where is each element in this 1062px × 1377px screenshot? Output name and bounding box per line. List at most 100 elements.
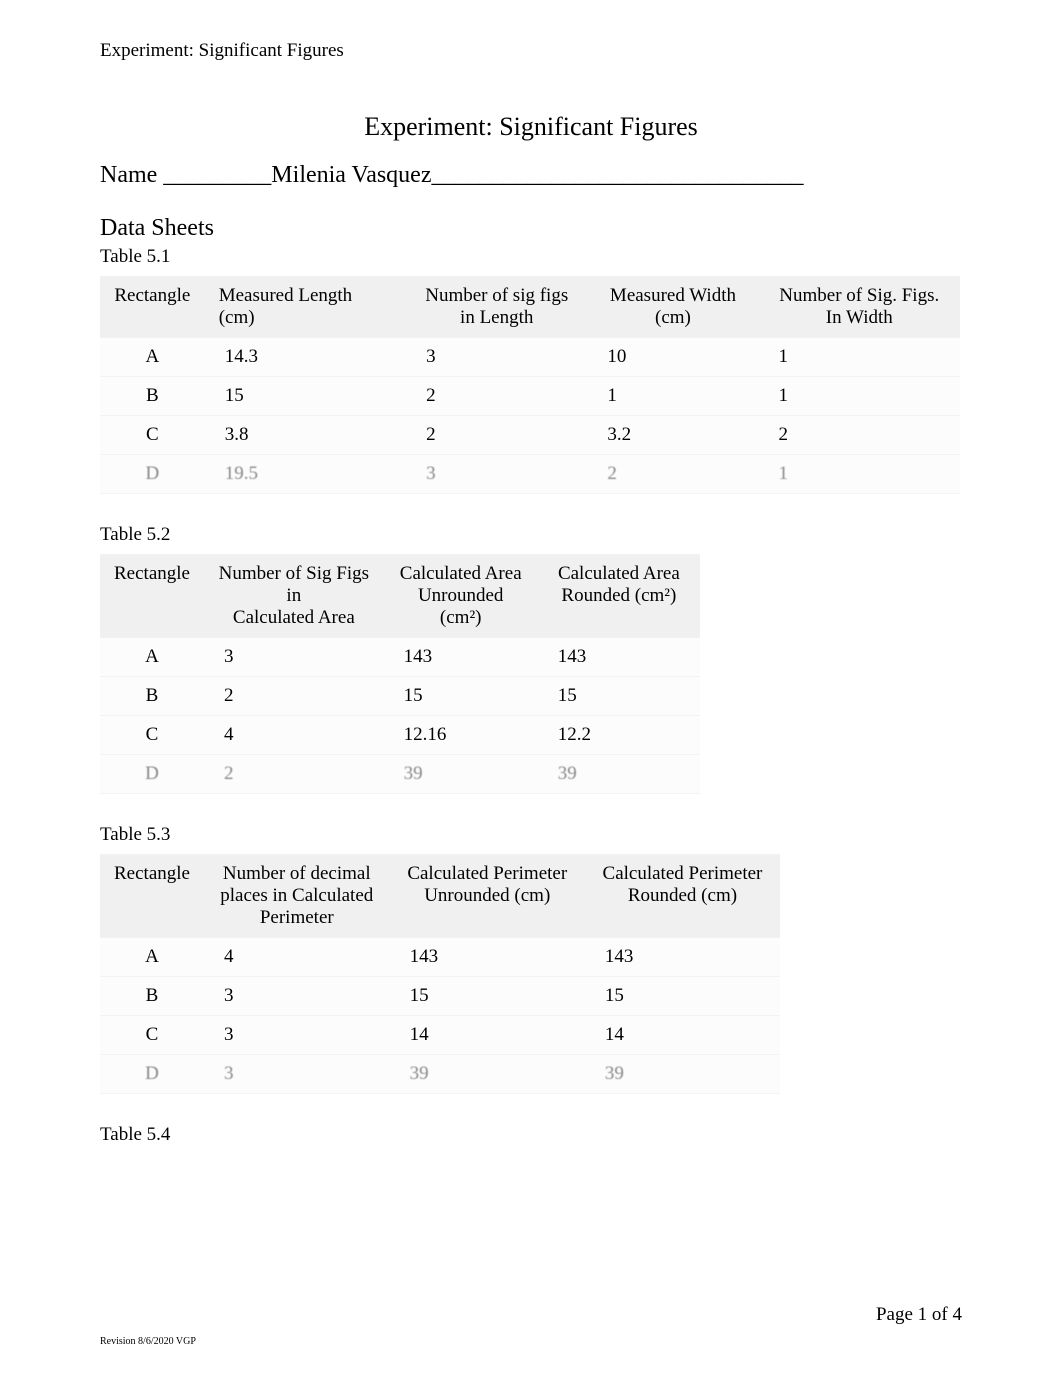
- cell: 15: [585, 977, 780, 1016]
- t51-h1: Rectangle: [100, 277, 205, 338]
- page-number: Page 1 of 4: [100, 1304, 962, 1326]
- table-row: D 19.5 3 2 1: [100, 455, 960, 494]
- cell: 39: [538, 755, 700, 794]
- cell: 39: [390, 1055, 585, 1094]
- cell: 3: [406, 338, 587, 377]
- table-row: B 3 15 15: [100, 977, 780, 1016]
- cell: 3: [204, 1016, 390, 1055]
- cell: 3.2: [587, 416, 758, 455]
- cell: 2: [406, 377, 587, 416]
- cell: B: [100, 977, 204, 1016]
- t52-h2a: Number of Sig Figs in: [219, 563, 369, 606]
- table-5-2-label: Table 5.2: [100, 524, 962, 546]
- t51-h4b: (cm): [601, 307, 744, 329]
- t53-h4a: Calculated Perimeter: [603, 863, 763, 884]
- cell: 2: [759, 416, 960, 455]
- cell: 39: [585, 1055, 780, 1094]
- cell: 1: [759, 377, 960, 416]
- page-title: Experiment: Significant Figures: [100, 112, 962, 142]
- cell: 143: [390, 938, 585, 977]
- t52-h3: Calculated Area Unrounded (cm²): [384, 555, 538, 638]
- cell: 3: [204, 1055, 390, 1094]
- cell: 19.5: [205, 455, 406, 494]
- table-5-4-label: Table 5.4: [100, 1124, 962, 1146]
- t52-h4: Calculated Area Rounded (cm²): [538, 555, 700, 638]
- t53-h2c: Perimeter: [218, 907, 376, 929]
- t53-h2: Number of decimal places in Calculated P…: [204, 855, 390, 938]
- cell: 10: [587, 338, 758, 377]
- cell: 12.16: [384, 716, 538, 755]
- t51-h4: Measured Width (cm): [587, 277, 758, 338]
- table-5-1: Rectangle Measured Length (cm) Number of…: [100, 276, 960, 494]
- table-5-3-label: Table 5.3: [100, 824, 962, 846]
- cell: 3: [406, 455, 587, 494]
- t52-h2: Number of Sig Figs in Calculated Area: [204, 555, 384, 638]
- t53-h2a: Number of decimal: [223, 863, 371, 884]
- t51-h3b: in Length: [420, 307, 573, 329]
- t51-h4a: Measured Width: [610, 285, 736, 306]
- cell: 2: [587, 455, 758, 494]
- t51-h2: Measured Length (cm): [205, 277, 406, 338]
- t53-h4b: Rounded (cm): [599, 885, 766, 907]
- t52-h4a: Calculated Area: [558, 563, 680, 584]
- table-row: A 14.3 3 10 1: [100, 338, 960, 377]
- cell: 1: [587, 377, 758, 416]
- table-row: C 3 14 14: [100, 1016, 780, 1055]
- cell: 1: [759, 455, 960, 494]
- table-row: C 3.8 2 3.2 2: [100, 416, 960, 455]
- table-row: C 4 12.16 12.2: [100, 716, 700, 755]
- t51-h5: Number of Sig. Figs. In Width: [759, 277, 960, 338]
- revision-note: Revision 8/6/2020 VGP: [100, 1336, 962, 1347]
- cell: 14.3: [205, 338, 406, 377]
- t51-h3: Number of sig figs in Length: [406, 277, 587, 338]
- t52-h3b: Unrounded (cm²): [398, 585, 524, 629]
- cell: C: [100, 416, 205, 455]
- cell: 12.2: [538, 716, 700, 755]
- cell: 14: [585, 1016, 780, 1055]
- t51-h3a: Number of sig figs: [425, 285, 568, 306]
- t52-h3a: Calculated Area: [400, 563, 522, 584]
- cell: 1: [759, 338, 960, 377]
- cell: A: [100, 638, 204, 677]
- cell: 4: [204, 716, 384, 755]
- table-5-1-label: Table 5.1: [100, 246, 962, 268]
- cell: C: [100, 1016, 204, 1055]
- cell: D: [100, 1055, 204, 1094]
- cell: 143: [384, 638, 538, 677]
- table-row: A 4 143 143: [100, 938, 780, 977]
- cell: 4: [204, 938, 390, 977]
- cell: D: [100, 455, 205, 494]
- cell: 15: [384, 677, 538, 716]
- cell: 143: [538, 638, 700, 677]
- cell: 3.8: [205, 416, 406, 455]
- cell: 15: [390, 977, 585, 1016]
- t52-h2b: Calculated Area: [218, 607, 370, 629]
- cell: A: [100, 338, 205, 377]
- cell: 3: [204, 977, 390, 1016]
- running-header: Experiment: Significant Figures: [100, 40, 962, 62]
- cell: C: [100, 716, 204, 755]
- table-5-3: Rectangle Number of decimal places in Ca…: [100, 854, 780, 1094]
- t53-h4: Calculated Perimeter Rounded (cm): [585, 855, 780, 938]
- t51-h5b: In Width: [773, 307, 946, 329]
- cell: A: [100, 938, 204, 977]
- t52-h1: Rectangle: [100, 555, 204, 638]
- t53-h2b: places in Calculated: [218, 885, 376, 907]
- cell: 3: [204, 638, 384, 677]
- cell: D: [100, 755, 204, 794]
- table-row: A 3 143 143: [100, 638, 700, 677]
- cell: 39: [384, 755, 538, 794]
- cell: 15: [205, 377, 406, 416]
- t52-h4b: Rounded (cm²): [552, 585, 686, 607]
- cell: B: [100, 377, 205, 416]
- t53-h3a: Calculated Perimeter: [407, 863, 567, 884]
- cell: 2: [204, 755, 384, 794]
- t53-h1: Rectangle: [100, 855, 204, 938]
- table-row: D 3 39 39: [100, 1055, 780, 1094]
- cell: 14: [390, 1016, 585, 1055]
- cell: B: [100, 677, 204, 716]
- table-row: B 2 15 15: [100, 677, 700, 716]
- t53-h3b: Unrounded (cm): [404, 885, 571, 907]
- name-line: Name _________Milenia Vasquez___________…: [100, 162, 962, 189]
- table-5-2: Rectangle Number of Sig Figs in Calculat…: [100, 554, 700, 794]
